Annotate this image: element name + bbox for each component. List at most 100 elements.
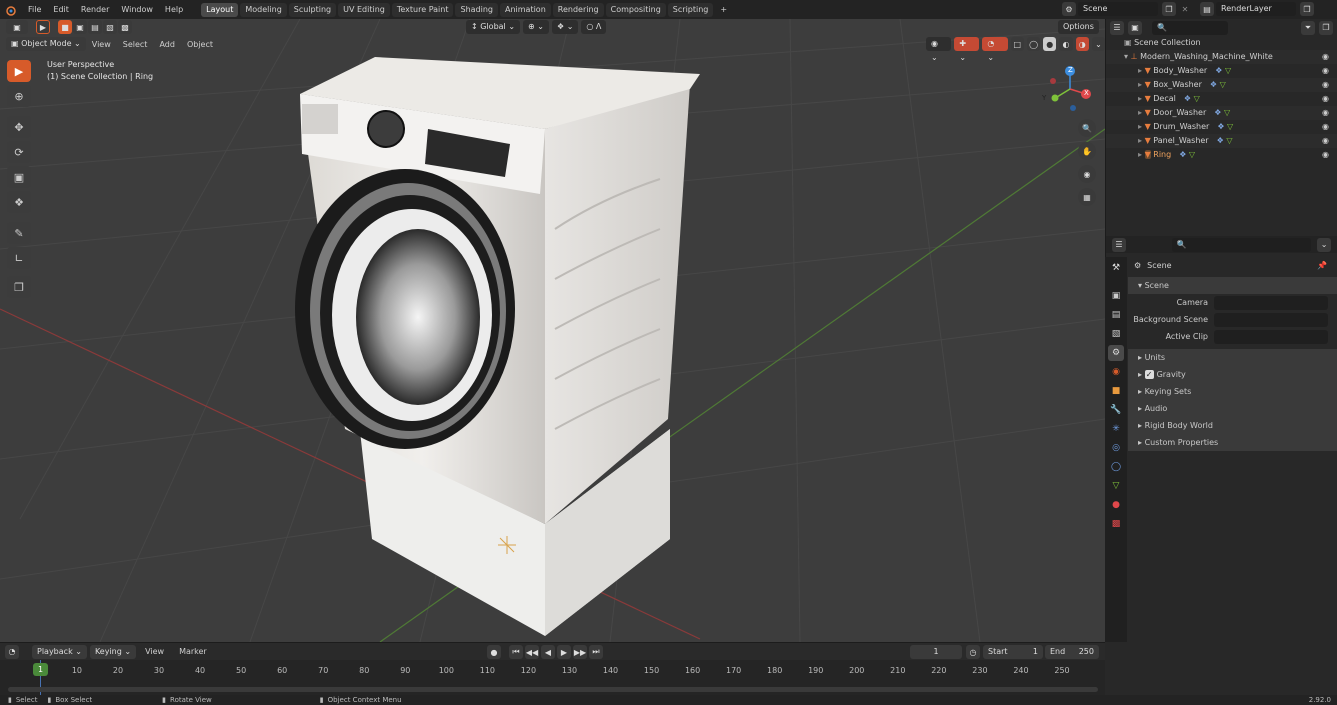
world-tab-icon[interactable]: ◉ bbox=[1108, 364, 1124, 380]
visibility-eye-icon[interactable]: ◉ bbox=[1322, 64, 1329, 78]
next-keyframe-icon[interactable]: ▶▶ bbox=[573, 645, 587, 659]
constraints-tab-icon[interactable]: ◯ bbox=[1108, 459, 1124, 475]
section-rigid-body-world-header[interactable]: ▸ Rigid Body World bbox=[1128, 417, 1337, 434]
visibility-eye-icon[interactable]: ◉ bbox=[1322, 92, 1329, 106]
select-extend-icon[interactable]: ▣ bbox=[73, 20, 87, 34]
tab-sculpting[interactable]: Sculpting bbox=[288, 2, 337, 17]
delete-scene-icon[interactable]: ✕ bbox=[1178, 2, 1192, 16]
visibility-eye-icon[interactable]: ◉ bbox=[1322, 120, 1329, 134]
particles-tab-icon[interactable]: ✳ bbox=[1108, 421, 1124, 437]
visibility-dropdown[interactable]: ◉ ⌄ bbox=[926, 37, 952, 62]
tree-row-collection[interactable]: ▾ ⊥ Modern_Washing_Machine_White ◉ bbox=[1106, 50, 1337, 64]
mode-dropdown[interactable]: ▣ Object Mode ⌄ bbox=[6, 37, 86, 51]
play-reverse-icon[interactable]: ◀ bbox=[541, 645, 555, 659]
background-scene-field[interactable] bbox=[1214, 312, 1328, 327]
overlays-toggle[interactable]: ◔ ⌄ bbox=[982, 37, 1008, 62]
add-cube-tool-icon[interactable]: ❐ bbox=[7, 276, 31, 298]
active-clip-field[interactable] bbox=[1214, 329, 1328, 344]
menu-view[interactable]: View bbox=[86, 35, 117, 54]
add-workspace-button[interactable]: + bbox=[715, 3, 732, 17]
material-shading-icon[interactable]: ◐ bbox=[1059, 37, 1073, 51]
transform-orientation-dropdown[interactable]: ↕ Global ⌄ bbox=[466, 20, 521, 34]
data-tab-icon[interactable]: ▽ bbox=[1108, 478, 1124, 494]
section-custom-properties-header[interactable]: ▸ Custom Properties bbox=[1128, 434, 1337, 451]
object-tab-icon[interactable]: ■ bbox=[1108, 383, 1124, 399]
tree-row-object[interactable]: ▸ ▼ Door_Washer ❖ ▽ ◉ bbox=[1106, 106, 1337, 120]
visibility-eye-icon[interactable]: ◉ bbox=[1322, 148, 1329, 162]
new-scene-icon[interactable]: ❐ bbox=[1162, 2, 1176, 16]
tab-modeling[interactable]: Modeling bbox=[240, 2, 287, 17]
3d-viewport[interactable]: User Perspective (1) Scene Collection | … bbox=[0, 19, 1105, 642]
tab-animation[interactable]: Animation bbox=[499, 2, 551, 17]
options-dropdown[interactable]: Options bbox=[1058, 20, 1099, 34]
timeline-menu-marker[interactable]: Marker bbox=[173, 642, 213, 661]
menu-render[interactable]: Render bbox=[75, 0, 115, 19]
scene-icon[interactable]: ⚙ bbox=[1062, 2, 1076, 16]
preview-range-clock-icon[interactable]: ◷ bbox=[966, 645, 980, 659]
visibility-eye-icon[interactable]: ◉ bbox=[1322, 78, 1329, 92]
timeline-editor-icon[interactable]: ◔ bbox=[5, 644, 19, 659]
scene-tab-icon[interactable]: ⚙ bbox=[1108, 345, 1124, 361]
new-renderlayer-icon[interactable]: ❐ bbox=[1300, 2, 1314, 16]
tab-scripting[interactable]: Scripting bbox=[667, 2, 714, 17]
end-frame-field[interactable]: End 250 bbox=[1045, 645, 1099, 659]
tab-uv-editing[interactable]: UV Editing bbox=[338, 2, 390, 17]
record-icon[interactable]: ● bbox=[487, 645, 501, 659]
properties-search-input[interactable]: 🔍 bbox=[1171, 237, 1312, 252]
playhead-frame-indicator[interactable]: 1 bbox=[33, 663, 48, 676]
tree-row-object[interactable]: ▸ ▼ Panel_Washer ❖ ▽ ◉ bbox=[1106, 134, 1337, 148]
blender-logo-icon[interactable] bbox=[4, 3, 18, 17]
section-scene-header[interactable]: ▾ Scene bbox=[1128, 277, 1337, 294]
scene-field[interactable]: Scene bbox=[1078, 2, 1158, 16]
tab-shading[interactable]: Shading bbox=[455, 2, 498, 17]
camera-field[interactable] bbox=[1214, 295, 1328, 310]
current-frame-field[interactable]: 1 bbox=[910, 645, 962, 659]
timeline-menu-view[interactable]: View bbox=[139, 642, 170, 661]
tab-compositing[interactable]: Compositing bbox=[605, 2, 666, 17]
select-invert-icon[interactable]: ▧ bbox=[103, 20, 117, 34]
gravity-checkbox[interactable]: ✓ bbox=[1144, 370, 1154, 379]
rotate-tool-icon[interactable]: ⟳ bbox=[7, 141, 31, 163]
solid-shading-icon[interactable]: ● bbox=[1043, 37, 1057, 51]
navigation-gizmo[interactable]: Z X Y bbox=[1042, 64, 1095, 114]
jump-start-icon[interactable]: ⏮ bbox=[509, 645, 523, 659]
tree-row-object[interactable]: ▸ ▼ Body_Washer ❖ ▽ ◉ bbox=[1106, 64, 1337, 78]
tool-tab-icon[interactable]: ⚒ bbox=[1108, 260, 1124, 276]
tree-row-object[interactable]: ▸ ▼ Drum_Washer ❖ ▽ ◉ bbox=[1106, 120, 1337, 134]
jump-end-icon[interactable]: ⏭ bbox=[589, 645, 603, 659]
visibility-eye-icon[interactable]: ◉ bbox=[1322, 134, 1329, 148]
view-layer-tab-icon[interactable]: ▧ bbox=[1108, 326, 1124, 342]
select-subtract-icon[interactable]: ▤ bbox=[88, 20, 102, 34]
menu-help[interactable]: Help bbox=[159, 0, 189, 19]
rendered-shading-icon[interactable]: ◑ bbox=[1075, 37, 1089, 51]
texture-tab-icon[interactable]: ▩ bbox=[1108, 516, 1124, 532]
shading-options-icon[interactable]: ⌄ bbox=[1091, 37, 1106, 51]
select-cursor-icon[interactable]: ▶ bbox=[36, 20, 50, 34]
snap-dropdown[interactable]: ❖ ⌄ bbox=[551, 20, 579, 34]
wireframe-shading-icon[interactable]: ◯ bbox=[1026, 37, 1041, 51]
play-icon[interactable]: ▶ bbox=[557, 645, 571, 659]
outliner-editor-icon[interactable]: ☰ bbox=[1110, 20, 1124, 35]
output-tab-icon[interactable]: ▤ bbox=[1108, 307, 1124, 323]
timeline-scrollbar[interactable] bbox=[8, 687, 1098, 692]
keying-dropdown[interactable]: Keying ⌄ bbox=[89, 644, 137, 659]
display-mode-icon[interactable]: ▣ bbox=[1128, 20, 1142, 35]
section-gravity-header[interactable]: ▸ ✓ Gravity bbox=[1128, 366, 1337, 383]
visibility-eye-icon[interactable]: ◉ bbox=[1322, 50, 1329, 64]
tree-row-object[interactable]: ▸ ▼ Decal ❖ ▽ ◉ bbox=[1106, 92, 1337, 106]
proportional-edit-dropdown[interactable]: ○ Λ bbox=[581, 20, 607, 34]
section-keying-sets-header[interactable]: ▸ Keying Sets bbox=[1128, 383, 1337, 400]
tree-row-object[interactable]: ▸ ▼ Box_Washer ❖ ▽ ◉ bbox=[1106, 78, 1337, 92]
expand-arrow-icon[interactable]: ▸ bbox=[1138, 150, 1145, 159]
filter-icon[interactable]: ⏷ bbox=[1301, 20, 1315, 35]
pan-hand-icon[interactable]: ✋ bbox=[1078, 142, 1096, 160]
scale-tool-icon[interactable]: ▣ bbox=[7, 166, 31, 188]
zoom-icon[interactable]: 🔍 bbox=[1078, 119, 1096, 137]
physics-tab-icon[interactable]: ◎ bbox=[1108, 440, 1124, 456]
menu-select[interactable]: Select bbox=[117, 35, 154, 54]
tab-texture-paint[interactable]: Texture Paint bbox=[391, 2, 454, 17]
pivot-point-dropdown[interactable]: ⊕ ⌄ bbox=[523, 20, 549, 34]
editor-type-icon[interactable]: ▣ bbox=[6, 20, 28, 34]
properties-editor-icon[interactable]: ☰ bbox=[1112, 237, 1126, 252]
menu-file[interactable]: File bbox=[22, 0, 47, 19]
